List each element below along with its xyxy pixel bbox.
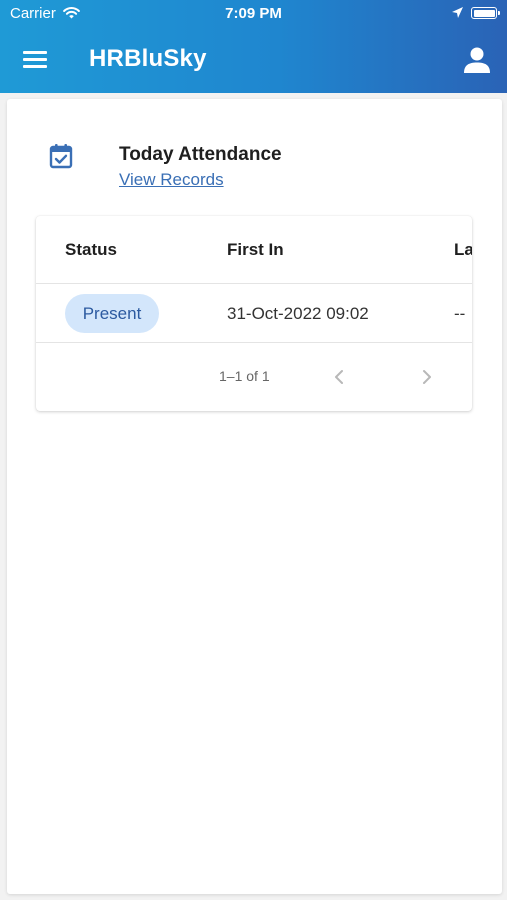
table-pagination: 1–1 of 1	[36, 343, 472, 411]
chevron-left-icon	[335, 370, 343, 384]
first-in-cell: 31-Oct-2022 09:02	[227, 304, 369, 323]
table-row[interactable]: Present 31-Oct-2022 09:02 --	[36, 284, 472, 343]
attendance-title: Today Attendance	[119, 144, 282, 165]
hamburger-menu-icon	[23, 51, 47, 54]
next-page-button[interactable]	[420, 368, 434, 386]
app-title: HRBluSky	[89, 45, 207, 72]
status-time: 7:09 PM	[225, 5, 282, 22]
location-arrow-icon	[451, 6, 464, 24]
column-header-first-in[interactable]: First In	[227, 240, 284, 260]
view-records-link[interactable]: View Records	[119, 170, 224, 190]
status-bar: Carrier 7:09 PM	[0, 0, 507, 28]
app-header: Carrier 7:09 PM HRBluSky	[0, 0, 507, 93]
status-badge: Present	[65, 294, 159, 333]
user-icon	[464, 47, 490, 73]
profile-button[interactable]	[463, 46, 491, 74]
battery-icon	[471, 7, 500, 19]
column-header-last[interactable]: La	[454, 240, 472, 260]
last-cell: --	[454, 304, 466, 323]
chevron-right-icon	[423, 370, 431, 384]
pagination-range: 1–1 of 1	[219, 368, 270, 384]
menu-button[interactable]	[23, 50, 47, 70]
app-bar: HRBluSky	[0, 28, 507, 93]
calendar-check-icon	[49, 143, 73, 169]
table-header-row: Status First In La	[36, 216, 472, 284]
previous-page-button[interactable]	[332, 368, 346, 386]
column-header-status[interactable]: Status	[65, 240, 117, 260]
attendance-table: Status First In La Present 31-Oct-2022 0…	[36, 216, 472, 411]
